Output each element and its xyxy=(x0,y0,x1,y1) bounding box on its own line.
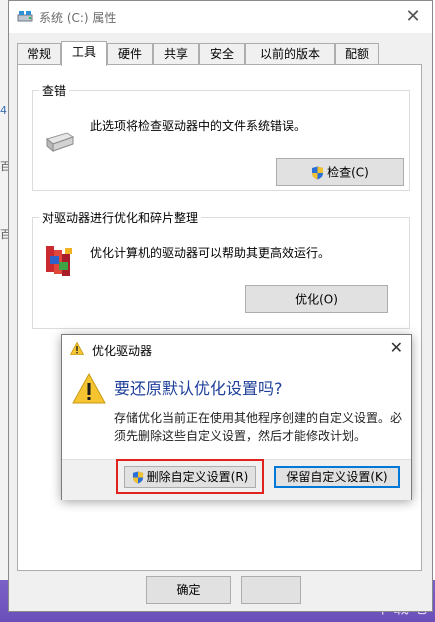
window-title: 系统 (C:) 属性 xyxy=(39,11,117,25)
tab-security[interactable]: 安全 xyxy=(199,43,245,64)
dialog-title: 优化驱动器 xyxy=(92,344,153,358)
check-button[interactable]: 检查(C) xyxy=(276,158,404,186)
keep-custom-settings-button[interactable]: 保留自定义设置(K) xyxy=(274,466,400,488)
description-text: 此选项将检查驱动器中的文件系统错误。 xyxy=(90,119,307,133)
tab-tools[interactable]: 工具 xyxy=(61,41,107,66)
background-text: 4 xyxy=(0,104,7,117)
tab-hardware[interactable]: 硬件 xyxy=(107,43,153,64)
drive-icon xyxy=(17,11,33,22)
highlight-box xyxy=(116,459,264,494)
cancel-button[interactable] xyxy=(241,576,301,604)
optimize-group: 对驱动器进行优化和碎片整理 优化计算机的驱动器可以帮助其更高效运行。 优化(O) xyxy=(32,209,410,329)
warning-icon xyxy=(72,373,106,404)
ok-button[interactable]: 确定 xyxy=(146,576,231,604)
optimize-drives-dialog: 优化驱动器 ✕ 要还原默认优化设置吗? 存储优化当前正在使用其他程序创建的自定义… xyxy=(61,334,412,500)
title-bar: 系统 (C:) 属性 ✕ xyxy=(9,1,432,33)
check-button-label: 检查(C) xyxy=(327,165,369,180)
warning-icon xyxy=(70,342,84,355)
error-checking-group: 查错 此选项将检查驱动器中的文件系统错误。 检查(C) xyxy=(32,82,410,191)
group-title: 对驱动器进行优化和碎片整理 xyxy=(39,209,202,226)
tab-general[interactable]: 常规 xyxy=(17,43,61,64)
optimize-button[interactable]: 优化(O) xyxy=(245,285,388,313)
drive-icon xyxy=(45,132,75,153)
close-icon[interactable]: ✕ xyxy=(390,338,403,357)
dialog-message: 存储优化当前正在使用其他程序创建的自定义设置。必须先删除这些自定义设置，然后才能… xyxy=(114,411,403,443)
close-icon[interactable]: ✕ xyxy=(400,4,426,30)
dialog-heading: 要还原默认优化设置吗? xyxy=(114,379,283,398)
defrag-icon xyxy=(46,246,72,276)
tab-sharing[interactable]: 共享 xyxy=(153,43,199,64)
group-title: 查错 xyxy=(39,82,70,99)
tab-quota[interactable]: 配额 xyxy=(335,43,379,64)
tab-previous-versions[interactable]: 以前的版本 xyxy=(245,43,335,64)
drive-properties-window: 系统 (C:) 属性 ✕ 常规 工具 硬件 共享 安全 以前的版本 配额 查错 … xyxy=(8,0,433,612)
dialog-title-bar: 优化驱动器 ✕ xyxy=(62,335,411,363)
shield-icon xyxy=(312,166,324,179)
optimize-button-label: 优化(O) xyxy=(295,292,338,307)
description-text: 优化计算机的驱动器可以帮助其更高效运行。 xyxy=(90,246,331,260)
